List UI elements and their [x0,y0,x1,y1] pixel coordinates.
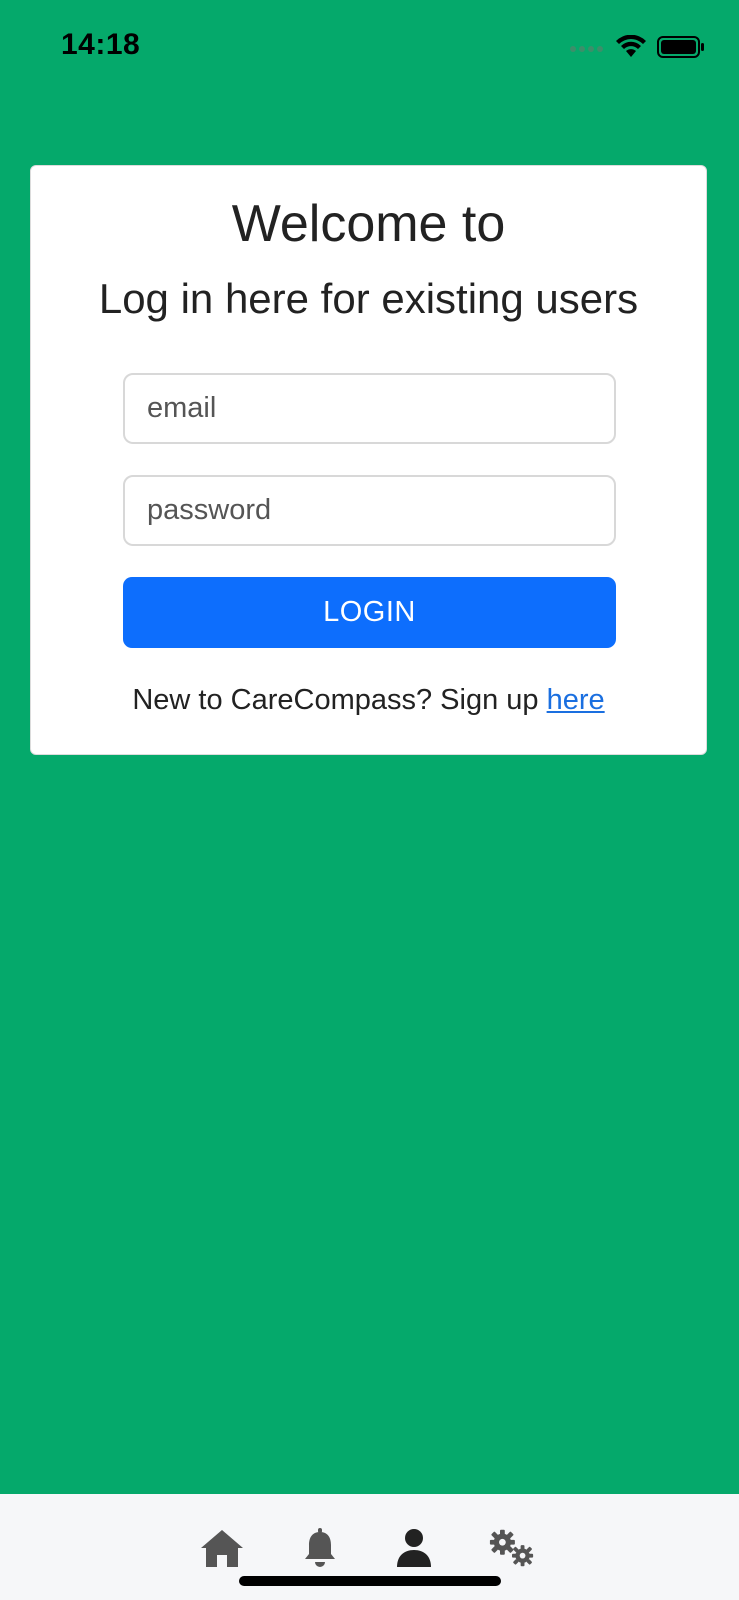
status-icons [569,30,705,64]
user-icon [397,1529,431,1567]
login-subtitle: Log in here for existing users [98,275,639,322]
status-time: 14:18 [61,28,141,61]
tab-profile[interactable] [390,1524,438,1572]
gears-icon [489,1529,534,1567]
welcome-title: Welcome to [231,195,506,253]
tab-settings[interactable] [488,1524,536,1572]
signup-link[interactable]: here [547,684,605,716]
wifi-icon [616,35,646,57]
status-bar: 14:18 [0,0,739,95]
app-screen: 14:18 Welcome to Log in here for existin [0,0,739,1600]
login-button[interactable]: LOGIN [123,577,616,648]
email-field[interactable] [123,373,616,444]
bell-icon [305,1528,335,1567]
tab-home[interactable] [198,1524,246,1572]
login-card: Welcome to Log in here for existing user… [30,165,707,755]
cellular-signal-icon [570,46,603,52]
battery-icon [657,36,704,58]
home-icon [201,1530,243,1567]
password-field[interactable] [123,475,616,546]
signup-prompt: New to CareCompass? Sign up here [31,684,706,717]
tab-notifications[interactable] [296,1524,344,1572]
signup-prompt-text: New to CareCompass? Sign up [132,684,547,716]
home-indicator [239,1576,501,1586]
